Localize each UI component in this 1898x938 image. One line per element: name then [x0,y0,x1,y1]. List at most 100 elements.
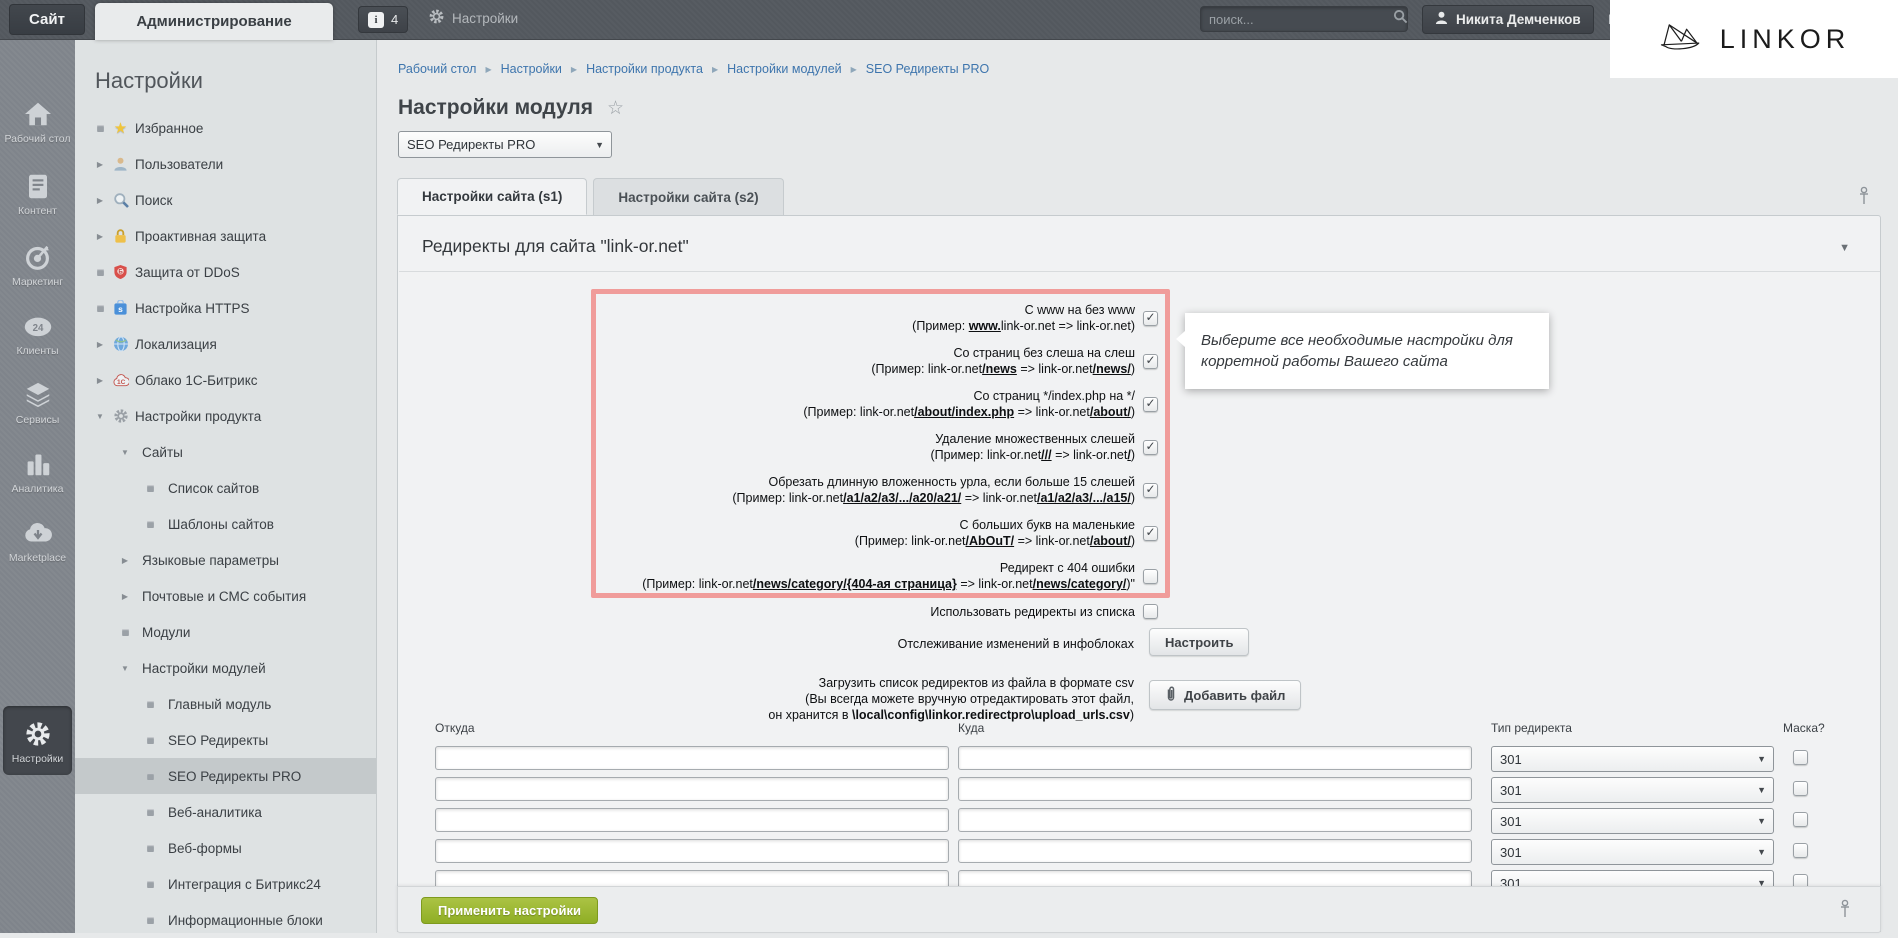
sidebar-item-main-module[interactable]: Главный модуль [75,686,376,722]
sidebar-item-bitrix24-integration[interactable]: Интеграция с Битрикс24 [75,866,376,902]
rail-item-marketing[interactable]: Маркетинг [0,243,75,288]
admin-tab[interactable]: Администрирование [95,3,333,40]
apply-settings-button[interactable]: Применить настройки [421,897,598,924]
sidebar-item-site-templates[interactable]: Шаблоны сайтов [75,506,376,542]
rail-item-marketplace[interactable]: Marketplace [0,519,75,564]
mask-checkbox[interactable] [1793,781,1808,796]
option-checkbox[interactable] [1143,311,1158,326]
redirect-from-input[interactable] [435,777,949,801]
user-icon [1435,11,1448,28]
collapse-arrow-icon[interactable]: ▼ [119,664,131,673]
redirect-option-row: Редирект с 404 ошибки(Пример: link-or.ne… [398,560,1158,592]
breadcrumb-link[interactable]: Рабочий стол [398,62,476,76]
breadcrumb-link[interactable]: Настройки продукта [586,62,703,76]
redirect-to-input[interactable] [958,839,1472,863]
page-title: Настройки модуля [398,96,593,120]
redirect-to-input[interactable] [958,746,1472,770]
expand-arrow-icon[interactable]: ▶ [119,556,131,565]
favorite-star-icon[interactable]: ☆ [607,97,624,120]
module-select[interactable]: SEO Редиректы PRO [398,131,612,158]
sidebar-item-https-setup[interactable]: sНастройка HTTPS [75,290,376,326]
expand-arrow-icon[interactable]: ▶ [94,160,106,169]
collapse-arrow-icon[interactable]: ▼ [119,448,131,457]
expand-arrow-icon[interactable]: ▶ [94,196,106,205]
topbar-settings-button[interactable]: Настройки [428,8,518,28]
rail-item-analytics[interactable]: Аналитика [0,450,75,495]
rail-item-services[interactable]: Сервисы [0,381,75,426]
breadcrumb-link[interactable]: Настройки модулей [727,62,842,76]
notifications-count: 4 [391,12,398,27]
sidebar-item-localization[interactable]: ▶Локализация [75,326,376,362]
redirect-type-select[interactable]: 301 [1491,839,1774,865]
redirect-type-select[interactable]: 301 [1491,808,1774,834]
redirect-to-input[interactable] [958,777,1472,801]
redirect-from-input[interactable] [435,839,949,863]
search-icon[interactable] [1393,9,1408,29]
rail-item-settings[interactable]: Настройки [3,706,72,775]
redirect-from-input[interactable] [435,746,949,770]
sidebar-item-proactive-protection[interactable]: ▶Проактивная защита [75,218,376,254]
option-checkbox[interactable] [1143,569,1158,584]
redirect-type-select[interactable]: 301 [1491,777,1774,803]
collapse-section-icon[interactable]: ▼ [1839,242,1850,254]
expand-arrow-icon[interactable]: ▶ [94,232,106,241]
rail-item-content[interactable]: Контент [0,172,75,217]
sidebar-item-label: SEO Редиректы [168,733,268,748]
tracking-label: Отслеживание изменений в инфоблоках [398,636,1134,652]
option-checkbox[interactable] [1143,483,1158,498]
site-button[interactable]: Сайт [9,4,85,35]
mask-checkbox[interactable] [1793,812,1808,827]
user-menu-button[interactable]: Никита Демченков [1422,5,1594,34]
sidebar-item-web-analytics[interactable]: Веб-аналитика [75,794,376,830]
tab-site-s2[interactable]: Настройки сайта (s2) [593,178,783,215]
sidebar-item-site-list[interactable]: Список сайтов [75,470,376,506]
redirect-to-input[interactable] [958,808,1472,832]
upload-line2: (Вы всегда можете вручную отредактироват… [398,691,1134,707]
breadcrumb-link[interactable]: Настройки [501,62,562,76]
redirect-from-input[interactable] [435,808,949,832]
sidebar-item-product-settings[interactable]: ▼Настройки продукта [75,398,376,434]
use-list-checkbox[interactable] [1143,604,1158,619]
rail-item-clients[interactable]: 24 Клиенты [0,312,75,357]
sidebar-item-users[interactable]: ▶Пользователи [75,146,376,182]
sidebar-item-search[interactable]: ▶Поиск [75,182,376,218]
breadcrumb-link[interactable]: SEO Редиректы PRO [866,62,989,76]
boat-logo-icon [1658,20,1710,59]
sidebar-item-favorites[interactable]: ★Избранное [75,110,376,146]
gear-icon [428,8,445,28]
rail-item-label: Маркетинг [12,276,63,288]
notifications-badge[interactable]: i 4 [358,6,408,33]
sidebar-item-cloud-1c[interactable]: ▶1CОблако 1С-Битрикс [75,362,376,398]
sidebar-item-seo-redirects-pro[interactable]: SEO Редиректы PRO [75,758,376,794]
expand-arrow-icon[interactable]: ▶ [119,592,131,601]
pin-icon[interactable] [1838,899,1852,924]
option-checkbox[interactable] [1143,526,1158,541]
configure-button[interactable]: Настроить [1149,628,1249,656]
option-checkbox[interactable] [1143,440,1158,455]
tab-site-s1[interactable]: Настройки сайта (s1) [397,178,587,215]
sidebar-item-seo-redirects[interactable]: SEO Редиректы [75,722,376,758]
expand-arrow-icon[interactable]: ▶ [94,376,106,385]
mask-checkbox[interactable] [1793,750,1808,765]
sidebar-item-web-forms[interactable]: Веб-формы [75,830,376,866]
rail-item-desktop[interactable]: Рабочий стол [0,100,75,145]
sidebar-item-mail-sms-events[interactable]: ▶Почтовые и СМС события [75,578,376,614]
option-checkbox[interactable] [1143,354,1158,369]
sidebar-item-ddos-protection[interactable]: БЗащита от DDoS [75,254,376,290]
rail-item-label: Сервисы [16,414,60,426]
sidebar-item-language-params[interactable]: ▶Языковые параметры [75,542,376,578]
search-input[interactable] [1201,12,1393,27]
svg-text:24: 24 [32,323,43,334]
redirect-type-select[interactable]: 301 [1491,746,1774,772]
sidebar-item-modules[interactable]: Модули [75,614,376,650]
option-checkbox[interactable] [1143,397,1158,412]
mask-checkbox[interactable] [1793,843,1808,858]
sidebar-item-sites[interactable]: ▼Сайты [75,434,376,470]
expand-arrow-icon[interactable]: ▶ [94,340,106,349]
use-list-label: Использовать редиректы из списка [930,605,1135,619]
add-file-button[interactable]: Добавить файл [1149,680,1301,710]
collapse-arrow-icon[interactable]: ▼ [94,412,106,421]
pin-icon[interactable] [1857,186,1871,211]
option-label: Редирект с 404 ошибки(Пример: link-or.ne… [642,560,1135,592]
sidebar-item-module-settings[interactable]: ▼Настройки модулей [75,650,376,686]
